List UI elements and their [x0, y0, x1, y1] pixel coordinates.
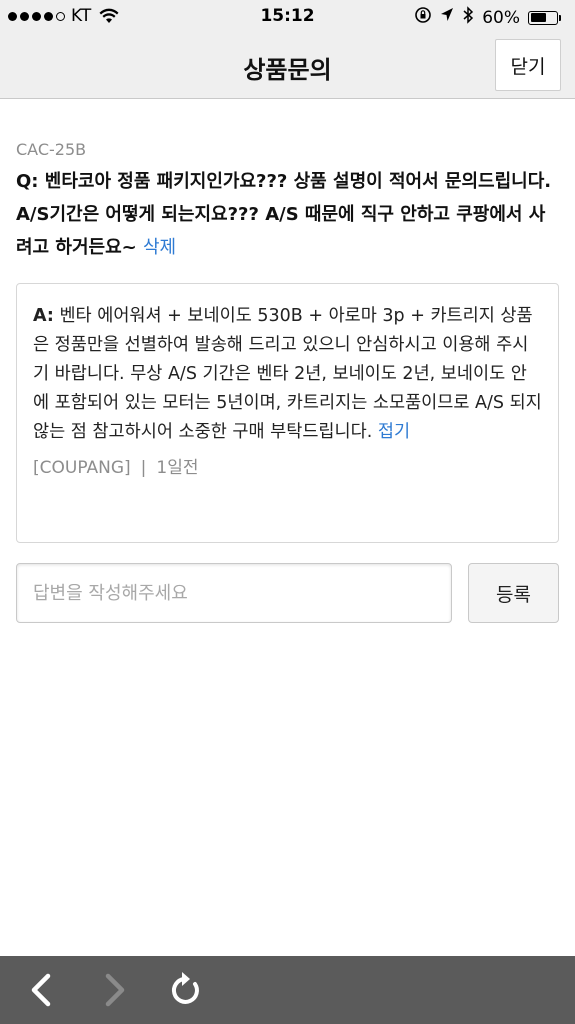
product-code: CAC-25B [16, 140, 87, 159]
forward-arrow-icon[interactable] [88, 966, 140, 1014]
answer-text: 벤타 에어워셔 + 보네이도 530B + 아로마 3p + 카트리지 상품은 … [33, 306, 542, 442]
meta-separator: | [140, 458, 147, 478]
delete-link[interactable]: 삭제 [143, 237, 176, 258]
answer-meta: [COUPANG] | 1일전 [33, 453, 542, 478]
submit-button[interactable]: 등록 [468, 563, 559, 623]
refresh-icon[interactable] [160, 966, 212, 1014]
close-button[interactable]: 닫기 [495, 39, 561, 91]
bluetooth-icon [462, 6, 474, 29]
status-bar: KT 15:12 60% [0, 0, 575, 32]
question-text: 벤타코아 정품 패키지인가요??? 상품 설명이 적어서 문의드립니다. A/S… [16, 171, 552, 258]
answer-text-block: A: 벤타 에어워셔 + 보네이도 530B + 아로마 3p + 카트리지 상… [33, 302, 542, 447]
answer-time: 1일전 [156, 458, 199, 478]
back-arrow-icon[interactable] [16, 966, 68, 1014]
question-text-block: Q: 벤타코아 정품 패키지인가요??? 상품 설명이 적어서 문의드립니다. … [16, 165, 559, 264]
browser-toolbar [0, 956, 575, 1024]
reply-input[interactable] [16, 563, 452, 623]
location-arrow-icon [440, 7, 454, 28]
page-title: 상품문의 [243, 56, 332, 84]
collapse-link[interactable]: 접기 [378, 422, 410, 442]
status-right: 60% [414, 6, 561, 29]
question-section: CAC-25B Q: 벤타코아 정품 패키지인가요??? 상품 설명이 적어서 … [16, 140, 559, 264]
battery-percent: 60% [482, 7, 520, 28]
navigation-bar: 상품문의 닫기 [0, 32, 575, 99]
answer-prefix: A: [33, 306, 54, 326]
battery-icon [528, 10, 561, 25]
orientation-lock-icon [414, 6, 432, 29]
answer-card: A: 벤타 에어워셔 + 보네이도 530B + 아로마 3p + 카트리지 상… [16, 283, 559, 543]
question-prefix: Q: [16, 171, 39, 192]
answer-author: [COUPANG] [33, 458, 131, 478]
